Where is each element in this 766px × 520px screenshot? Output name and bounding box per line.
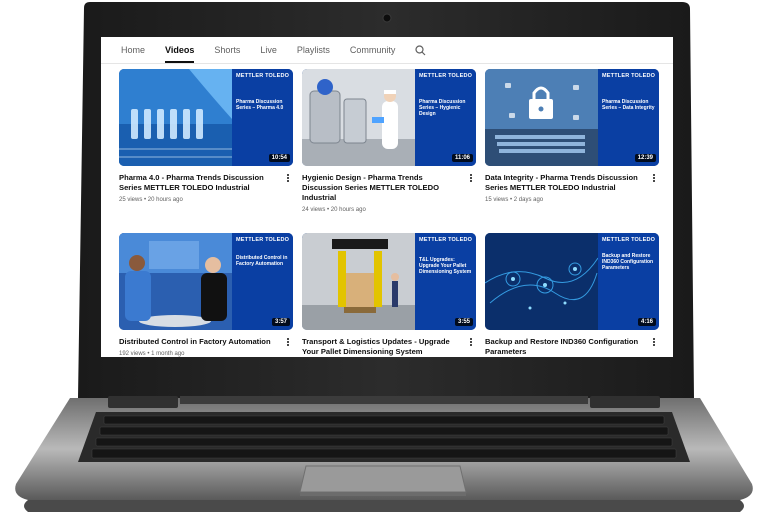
video-thumbnail[interactable]: METTLER TOLEDO T&L Upgrades: Upgrade You…: [302, 233, 476, 330]
thumbnail-brand-panel: METTLER TOLEDO Pharma Discussion Series …: [415, 69, 476, 166]
video-info: Pharma 4.0 - Pharma Trends Discussion Se…: [119, 173, 293, 203]
video-meta: 25 views • 20 hours ago: [119, 197, 183, 203]
thumbnail-brand-panel: METTLER TOLEDO Pharma Discussion Series …: [232, 69, 293, 166]
thumbnail-photo-lab-vials: [119, 69, 232, 166]
video-thumbnail[interactable]: METTLER TOLEDO Pharma Discussion Series …: [302, 69, 476, 166]
brand-logo-text: METTLER TOLEDO: [602, 237, 656, 243]
thumbnail-subtitle: Pharma Discussion Series – Pharma 4.0: [236, 99, 284, 111]
tab-home[interactable]: Home: [121, 37, 145, 63]
tab-shorts[interactable]: Shorts: [214, 37, 240, 63]
tab-playlists[interactable]: Playlists: [297, 37, 330, 63]
brand-logo-text: METTLER TOLEDO: [602, 73, 656, 79]
thumbnail-photo-data-lock: [485, 69, 598, 166]
video-title[interactable]: Transport & Logistics Updates - Upgrade …: [302, 337, 462, 357]
video-title[interactable]: Pharma 4.0 - Pharma Trends Discussion Se…: [119, 173, 279, 193]
video-title[interactable]: Hygienic Design - Pharma Trends Discussi…: [302, 173, 462, 203]
thumbnail-brand-panel: METTLER TOLEDO Backup and Restore IND360…: [598, 233, 659, 330]
duration-badge: 3:57: [271, 318, 290, 326]
more-options-icon[interactable]: [651, 173, 657, 185]
duration-badge: 4:16: [637, 318, 656, 326]
duration-badge: 10:54: [268, 154, 290, 162]
more-options-icon[interactable]: [468, 337, 474, 349]
tab-community[interactable]: Community: [350, 37, 396, 63]
video-thumbnail[interactable]: METTLER TOLEDO Pharma Discussion Series …: [119, 69, 293, 166]
video-info: Hygienic Design - Pharma Trends Discussi…: [302, 173, 476, 213]
video-info: Transport & Logistics Updates - Upgrade …: [302, 337, 476, 357]
video-title[interactable]: Distributed Control in Factory Automatio…: [119, 337, 279, 347]
thumbnail-photo-two-presenters: [119, 233, 232, 330]
thumbnail-brand-panel: METTLER TOLEDO T&L Upgrades: Upgrade You…: [415, 233, 476, 330]
browser-screen: Home Videos Shorts Live Playlists Commun…: [101, 37, 673, 357]
thumbnail-photo-hygienic-equipment: [302, 69, 415, 166]
more-options-icon[interactable]: [285, 173, 291, 185]
thumbnail-brand-panel: METTLER TOLEDO Pharma Discussion Series …: [598, 69, 659, 166]
thumbnail-subtitle: Distributed Control in Factory Automatio…: [236, 255, 288, 267]
video-meta: 24 views • 20 hours ago: [302, 207, 366, 213]
brand-logo-text: METTLER TOLEDO: [419, 73, 473, 79]
brand-logo-text: METTLER TOLEDO: [236, 73, 290, 79]
thumbnail-subtitle: T&L Upgrades: Upgrade Your Pallet Dimens…: [419, 257, 472, 275]
video-info: Backup and Restore IND360 Configuration …: [485, 337, 659, 357]
search-button[interactable]: [413, 43, 427, 57]
more-options-icon[interactable]: [468, 173, 474, 185]
thumbnail-brand-panel: METTLER TOLEDO Distributed Control in Fa…: [232, 233, 293, 330]
video-meta: 192 views • 1 month ago: [119, 351, 185, 357]
duration-badge: 11:06: [451, 154, 473, 162]
channel-tabs: Home Videos Shorts Live Playlists Commun…: [101, 37, 673, 64]
more-options-icon[interactable]: [285, 337, 291, 349]
video-thumbnail[interactable]: METTLER TOLEDO Pharma Discussion Series …: [485, 69, 659, 166]
video-thumbnail[interactable]: METTLER TOLEDO Backup and Restore IND360…: [485, 233, 659, 330]
video-title[interactable]: Backup and Restore IND360 Configuration …: [485, 337, 645, 357]
brand-logo-text: METTLER TOLEDO: [419, 237, 473, 243]
video-meta: 15 views • 2 days ago: [485, 197, 544, 203]
tab-videos[interactable]: Videos: [165, 37, 195, 63]
video-thumbnail[interactable]: METTLER TOLEDO Distributed Control in Fa…: [119, 233, 293, 330]
video-info: Distributed Control in Factory Automatio…: [119, 337, 293, 357]
thumbnail-photo-warehouse-dimensioner: [302, 233, 415, 330]
more-options-icon[interactable]: [651, 337, 657, 349]
video-title[interactable]: Data Integrity - Pharma Trends Discussio…: [485, 173, 645, 193]
tab-live[interactable]: Live: [260, 37, 277, 63]
video-info: Data Integrity - Pharma Trends Discussio…: [485, 173, 659, 203]
thumbnail-subtitle: Pharma Discussion Series – Hygienic Desi…: [419, 99, 466, 117]
search-icon: [415, 44, 426, 55]
thumbnail-subtitle: Pharma Discussion Series – Data Integrit…: [602, 99, 655, 111]
thumbnail-subtitle: Backup and Restore IND360 Configuration …: [602, 253, 654, 271]
duration-badge: 3:55: [454, 318, 473, 326]
thumbnail-photo-network-graphic: [485, 233, 598, 330]
brand-logo-text: METTLER TOLEDO: [236, 237, 290, 243]
duration-badge: 12:39: [634, 154, 656, 162]
